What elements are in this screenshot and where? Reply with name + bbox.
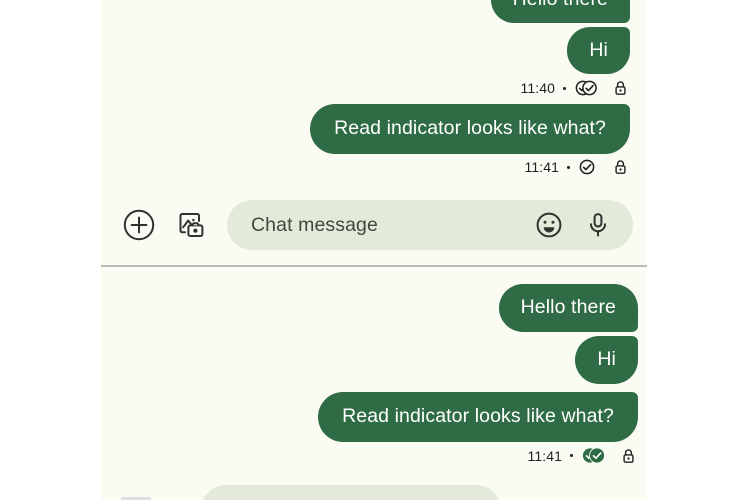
status-separator-dot xyxy=(567,165,570,169)
message-text: Read indicator looks like what? xyxy=(334,117,606,140)
smiley-face-icon[interactable] xyxy=(535,211,563,239)
message-bubble-outgoing[interactable]: Hello there xyxy=(498,284,638,332)
single-check-circle-outline-icon xyxy=(578,159,596,175)
status-separator-dot xyxy=(563,86,566,90)
message-bubble-outgoing[interactable]: Hi xyxy=(575,336,638,384)
microphone-icon[interactable] xyxy=(585,211,611,239)
message-bubble-outgoing[interactable]: Read indicator looks like what? xyxy=(310,104,630,154)
message-bubble-outgoing[interactable]: Hi xyxy=(567,27,630,74)
message-composer-partial xyxy=(101,482,647,500)
message-timestamp: 11:41 xyxy=(524,159,559,175)
message-text: Hi xyxy=(597,348,616,371)
message-status-row: 11:41 xyxy=(525,159,628,175)
message-bubble-outgoing[interactable]: Hello there xyxy=(490,0,630,23)
message-timestamp: 11:40 xyxy=(520,80,555,96)
chat-message-placeholder: Chat message xyxy=(251,213,378,236)
message-text: Read indicator looks like what? xyxy=(342,405,614,428)
chat-message-input[interactable]: Chat message xyxy=(227,200,633,250)
message-text: Hello there xyxy=(513,0,608,10)
double-check-circle-filled-icon xyxy=(581,447,608,464)
message-text: Hi xyxy=(589,38,608,61)
screenshot-root: Hello there Hi 11:40 xyxy=(0,0,750,500)
phone-screenshot-column: Hello there Hi 11:40 xyxy=(101,0,647,500)
composer-trailing-icons xyxy=(535,211,617,239)
plus-circle-icon[interactable] xyxy=(121,207,157,243)
message-text: Hello there xyxy=(520,296,616,319)
double-check-circle-outline-icon xyxy=(574,80,600,96)
chat-message-input[interactable] xyxy=(201,485,501,500)
lock-icon xyxy=(622,448,635,464)
message-composer: Chat message xyxy=(101,197,647,253)
chat-panel-top: Hello there Hi 11:40 xyxy=(101,0,647,265)
message-status-row: 11:40 xyxy=(521,80,628,96)
lock-icon xyxy=(614,80,627,96)
status-separator-dot xyxy=(570,454,573,457)
message-status-row: 11:41 xyxy=(528,447,636,464)
chat-panel-bottom: Hello there Hi Read indicator looks like… xyxy=(101,267,647,500)
message-bubble-outgoing[interactable]: Read indicator looks like what? xyxy=(318,392,638,442)
photo-camera-gallery-icon[interactable] xyxy=(173,207,209,243)
message-timestamp: 11:41 xyxy=(527,447,562,464)
lock-icon xyxy=(614,159,627,175)
